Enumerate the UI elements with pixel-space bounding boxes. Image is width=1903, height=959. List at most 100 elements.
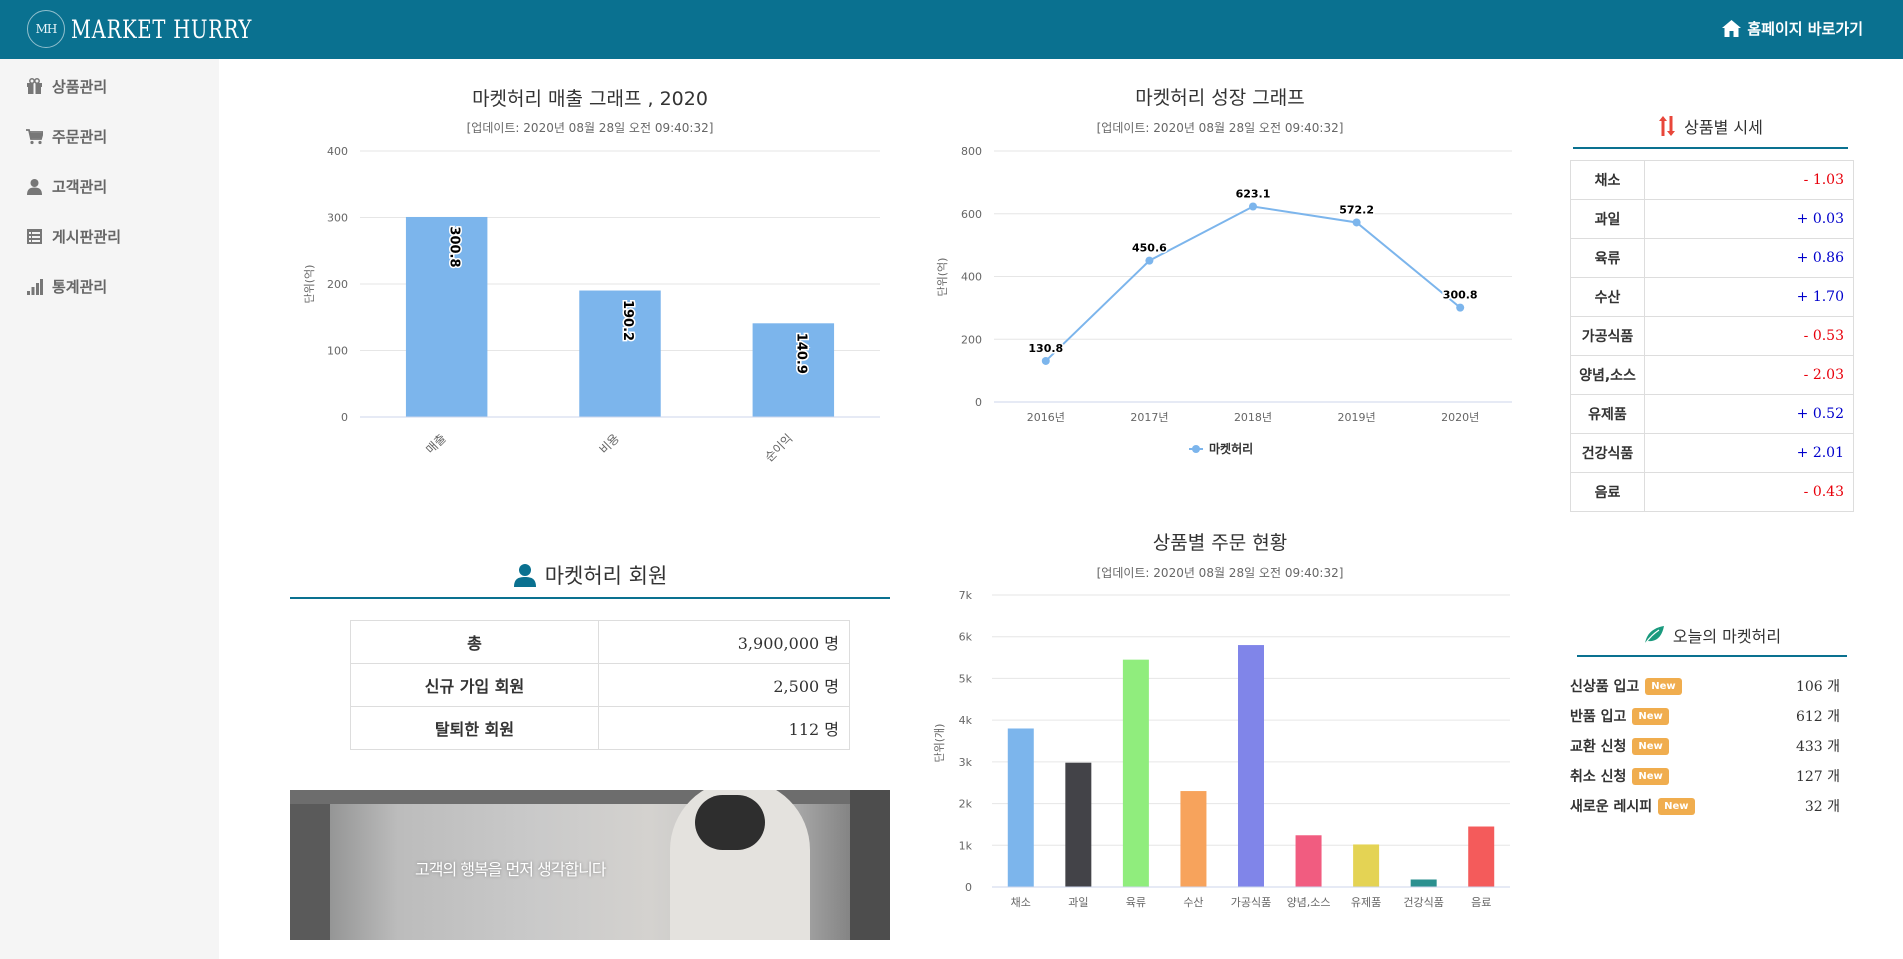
member-label: 탈퇴한 회원 [350,706,599,750]
table-row: 건강식품 + 2.01 [1570,433,1854,473]
today-item-count: 612 개 [1795,709,1840,725]
x-tick-label: 양념,소스 [1287,896,1331,909]
price-item-label: 과일 [1570,199,1645,239]
price-header: 상품별 시세 [1573,105,1848,149]
table-row: 양념,소스 - 2.03 [1570,355,1854,395]
bar[interactable] [1295,835,1322,887]
price-item-label: 수산 [1570,277,1645,317]
x-tick-label: 과일 [1068,895,1088,909]
today-header: 오늘의 마켓허리 [1577,615,1847,657]
leaf-icon [1644,626,1664,645]
x-tick-label: 가공식품 [1231,896,1271,909]
table-row: 육류 + 0.86 [1570,238,1854,278]
price-item-value: + 0.52 [1644,394,1854,434]
member-label: 신규 가입 회원 [350,663,599,707]
price-item-value: + 1.70 [1644,277,1854,317]
price-item-value: - 0.53 [1644,316,1854,356]
price-item-value: - 0.43 [1644,472,1854,512]
x-tick-label: 채소 [1011,896,1031,909]
window-frame-top [290,790,890,804]
today-item-label: 새로운 레시피 [1570,799,1653,815]
member-value: 3,900,000 명 [598,620,850,664]
y-tick-label: 1k [959,839,973,852]
table-row: 총 3,900,000 명 [350,620,850,664]
user-icon [513,564,536,587]
bar[interactable] [1468,826,1495,887]
price-item-value: - 1.03 [1644,160,1854,200]
price-item-value: + 0.03 [1644,199,1854,239]
bar[interactable] [1238,645,1264,887]
today-item-label: 신상품 입고 [1570,679,1640,695]
member-label: 총 [350,620,599,664]
y-tick-label: 2k [959,798,973,811]
today-item-count: 127 개 [1795,769,1840,785]
price-item-label: 건강식품 [1570,433,1645,473]
sort-arrows-icon [1659,116,1676,136]
today-item-label: 반품 입고 [1570,709,1627,725]
price-item-label: 가공식품 [1570,316,1645,356]
y-axis-label: 단위(개) [933,724,946,763]
bar[interactable] [1122,659,1149,887]
list-item[interactable]: 새로운 레시피 New 32 개 [1570,796,1840,816]
table-row: 과일 + 0.03 [1570,199,1854,239]
price-item-value: + 0.86 [1644,238,1854,278]
bar[interactable] [1180,791,1207,887]
table-row: 가공식품 - 0.53 [1570,316,1854,356]
members-title: 마켓허리 회원 [544,564,668,588]
price-item-value: + 2.01 [1644,433,1854,473]
y-tick-label: 5k [959,672,973,685]
price-title: 상품별 시세 [1684,118,1763,137]
price-item-label: 채소 [1570,160,1645,200]
y-tick-label: 6k [959,631,973,644]
price-item-label: 양념,소스 [1570,355,1645,395]
new-badge: New [1632,737,1669,755]
bar[interactable] [1410,879,1437,887]
new-badge: New [1632,767,1669,785]
members-header: 마켓허리 회원 [290,553,890,599]
bar[interactable] [1065,762,1092,887]
new-badge: New [1632,707,1669,725]
new-badge: New [1658,797,1695,815]
today-item-count: 106 개 [1795,679,1840,695]
table-row: 탈퇴한 회원 112 명 [350,706,850,750]
table-row: 수산 + 1.70 [1570,277,1854,317]
x-tick-label: 수산 [1183,896,1203,909]
bar[interactable] [1007,728,1034,887]
today-item-count: 433 개 [1795,739,1840,755]
table-row: 채소 - 1.03 [1570,160,1854,200]
member-value: 112 명 [598,706,850,750]
table-row: 음료 - 0.43 [1570,472,1854,512]
y-tick-label: 3k [959,756,973,769]
today-title: 오늘의 마켓허리 [1672,627,1782,646]
member-value: 2,500 명 [598,663,850,707]
y-tick-label: 0 [965,881,972,894]
x-tick-label: 육류 [1126,896,1146,909]
x-tick-label: 유제품 [1351,896,1381,909]
price-item-label: 유제품 [1570,394,1645,434]
today-item-count: 32 개 [1804,799,1840,815]
x-tick-label: 건강식품 [1403,896,1443,909]
price-item-label: 육류 [1570,238,1645,278]
members-table: 총 3,900,000 명 신규 가입 회원 2,500 명 탈퇴한 회원 11… [350,620,850,750]
list-item[interactable]: 반품 입고 New 612 개 [1570,706,1840,726]
price-item-label: 음료 [1570,472,1645,512]
bar[interactable] [1353,844,1380,887]
list-item[interactable]: 교환 신청 New 433 개 [1570,736,1840,756]
banner-text: 고객의 행복을 먼저 생각합니다 [415,860,607,879]
list-item[interactable]: 신상품 입고 New 106 개 [1570,676,1840,696]
today-item-label: 교환 신청 [1570,739,1627,755]
list-item[interactable]: 취소 신청 New 127 개 [1570,766,1840,786]
price-item-value: - 2.03 [1644,355,1854,395]
banner-image: 고객의 행복을 먼저 생각합니다 [290,790,890,940]
person-hair [695,795,765,850]
new-badge: New [1645,677,1682,695]
price-table: 채소 - 1.03 과일 + 0.03 육류 + 0.86 수산 + 1.70 가공식품 - 0.… [1570,160,1854,512]
table-row: 신규 가입 회원 2,500 명 [350,663,850,707]
y-tick-label: 7k [959,589,973,602]
window-frame-right [850,790,890,940]
x-tick-label: 음료 [1471,896,1491,909]
y-tick-label: 4k [959,714,973,727]
table-row: 유제품 + 0.52 [1570,394,1854,434]
today-item-label: 취소 신청 [1570,769,1627,785]
window-frame-left [290,790,330,940]
